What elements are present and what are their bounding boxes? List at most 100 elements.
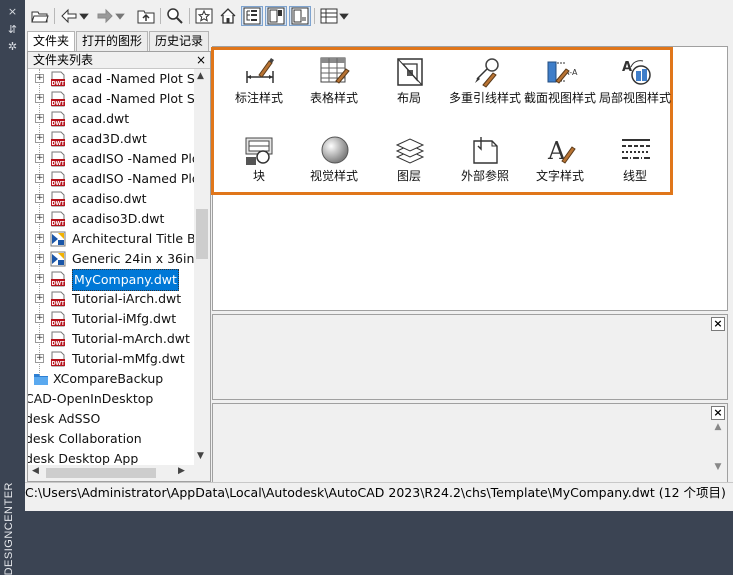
palette-item-label: 视觉样式 — [309, 169, 358, 183]
tree-item-label: acad3D.dwt — [72, 131, 147, 146]
tree-item-label: desk Desktop App — [28, 451, 139, 465]
up-button[interactable] — [135, 6, 157, 26]
expand-icon[interactable]: + — [35, 334, 44, 343]
folder-list-title: 文件夹列表 — [33, 53, 94, 67]
properties-button[interactable]: ✲ — [6, 41, 19, 53]
expand-icon[interactable]: + — [35, 254, 44, 263]
palette-item-label: 外部参照 — [460, 169, 509, 183]
tree-item[interactable]: desk Desktop App — [28, 449, 194, 465]
scroll-down-arrow[interactable]: ▼ — [711, 462, 725, 472]
expand-icon[interactable]: + — [35, 314, 44, 323]
favorites-star-icon — [195, 8, 213, 24]
scroll-up-arrow[interactable]: ▲ — [197, 71, 204, 81]
scroll-down-arrow[interactable]: ▼ — [197, 451, 204, 461]
tree-item[interactable]: + DWT acad3D.dwt — [28, 129, 194, 149]
tree-item[interactable]: + DWT Tutorial-mArch.dwt — [28, 329, 194, 349]
expand-icon[interactable]: + — [35, 134, 44, 143]
tree-item[interactable]: XCompareBackup — [28, 369, 194, 389]
svg-text:DWT: DWT — [51, 341, 65, 347]
tree-item[interactable]: + DWT Tutorial-mMfg.dwt — [28, 349, 194, 369]
palette-item-label: 线型 — [622, 169, 647, 183]
svg-text:DWT: DWT — [51, 201, 65, 207]
tree-item-label: Tutorial-iMfg.dwt — [72, 311, 177, 326]
tree-item[interactable]: + Generic 24in x 36in Title Block.dwg — [28, 249, 194, 269]
tree-item-label: desk Collaboration — [28, 431, 142, 446]
scroll-thumb[interactable] — [196, 209, 208, 259]
open-folder-icon — [31, 11, 49, 23]
expand-icon[interactable]: + — [35, 274, 44, 283]
expand-icon[interactable]: + — [35, 294, 44, 303]
visual-style-icon — [318, 133, 352, 167]
tab-folders[interactable]: 文件夹 — [27, 31, 76, 52]
tree-item-label: CAD-OpenInDesktop — [28, 391, 154, 406]
tree-item[interactable]: + DWT acadiso.dwt — [28, 189, 194, 209]
autohide-button[interactable]: ⇵ — [6, 24, 19, 36]
expand-icon[interactable]: + — [35, 194, 44, 203]
expand-icon[interactable]: + — [35, 354, 44, 363]
dwt-icon: DWT — [50, 311, 66, 327]
dwt-icon: DWT — [50, 331, 66, 347]
home-button[interactable] — [217, 6, 239, 26]
tree-item[interactable]: + Architectural Title Block.dwg — [28, 229, 194, 249]
tree-horizontal-scrollbar[interactable]: ◀ ▶ — [28, 465, 210, 481]
preview-toggle[interactable] — [265, 6, 287, 26]
tree-item[interactable]: + DWT acadISO -Named Plot Styles3D.dwt — [28, 169, 194, 189]
expand-icon[interactable]: + — [35, 114, 44, 123]
scroll-left-arrow[interactable]: ◀ — [32, 466, 39, 476]
close-preview-button[interactable]: × — [711, 317, 725, 331]
close-tree-button[interactable]: × — [196, 52, 206, 68]
tree-item[interactable]: + DWT Tutorial-iMfg.dwt — [28, 309, 194, 329]
tree-item-label: Tutorial-mArch.dwt — [72, 331, 190, 346]
expand-icon[interactable]: + — [35, 174, 44, 183]
close-description-button[interactable]: × — [711, 406, 725, 420]
content-area[interactable]: 标注样式 表格样式 布局 多重引线样式 A-A 截面视图样式 A 局部视图样式块 视觉样式 图层 外… — [211, 46, 728, 311]
expand-icon[interactable]: + — [35, 154, 44, 163]
tree-vertical-scrollbar[interactable]: ▲ ▼ — [194, 69, 210, 465]
views-dropdown[interactable] — [338, 6, 350, 26]
svg-text:DWT: DWT — [51, 141, 65, 147]
search-button[interactable] — [164, 6, 186, 26]
tree-item[interactable]: desk AdSSO — [28, 409, 194, 429]
palette-item-label: 文字样式 — [535, 169, 584, 183]
tree-item[interactable]: + DWT MyCompany.dwt — [28, 269, 194, 291]
description-toggle[interactable] — [289, 6, 311, 26]
tab-history[interactable]: 历史记录 — [149, 31, 210, 51]
dwt-icon: DWT — [50, 351, 66, 367]
tree-view-toggle[interactable] — [241, 6, 263, 26]
forward-button[interactable] — [94, 6, 116, 26]
load-button[interactable] — [29, 6, 51, 26]
description-icon — [291, 7, 309, 25]
status-bar: C:\Users\Administrator\AppData\Local\Aut… — [25, 482, 733, 503]
tree-item[interactable]: CAD-OpenInDesktop — [28, 389, 194, 409]
scroll-up-arrow[interactable]: ▲ — [711, 422, 725, 432]
palette-title[interactable]: DESIGNCENTER — [3, 482, 23, 575]
folder-tree[interactable]: + DWT acad -Named Plot Styles.dwt + DWT acad … — [28, 69, 194, 465]
forward-dropdown[interactable] — [114, 6, 126, 26]
tree-item[interactable]: + DWT acadiso3D.dwt — [28, 209, 194, 229]
tree-item[interactable]: + DWT acad.dwt — [28, 109, 194, 129]
expand-icon[interactable]: + — [35, 74, 44, 83]
back-button[interactable] — [58, 6, 80, 26]
views-button[interactable] — [318, 6, 340, 26]
tree-item[interactable]: + DWT acadISO -Named Plot Styles.dwt — [28, 149, 194, 169]
tree-item[interactable]: desk Collaboration — [28, 429, 194, 449]
back-dropdown[interactable] — [78, 6, 90, 26]
favorites-button[interactable] — [193, 6, 215, 26]
dwt-icon: DWT — [50, 151, 66, 167]
expand-icon[interactable]: + — [35, 94, 44, 103]
tab-open-drawings[interactable]: 打开的图形 — [76, 31, 149, 51]
folder-tree-panel: 文件夹列表 × +DWTacad -Named Plot Styles.dwt+… — [27, 51, 211, 482]
palette-item-label: 图层 — [396, 169, 421, 183]
search-icon — [167, 8, 183, 24]
tree-item[interactable]: + DWT Tutorial-iArch.dwt — [28, 289, 194, 309]
close-palette-button[interactable]: × — [6, 6, 19, 18]
description-scrollbar[interactable]: ▲ ▼ — [711, 422, 725, 480]
expand-icon[interactable]: + — [35, 234, 44, 243]
svg-text:DWT: DWT — [51, 301, 65, 307]
expand-icon[interactable]: + — [35, 214, 44, 223]
preview-pane: × — [212, 314, 728, 400]
tree-item[interactable]: + DWT acad -Named Plot Styles3D.dwt — [28, 89, 194, 109]
scroll-thumb[interactable] — [46, 468, 156, 478]
scroll-right-arrow[interactable]: ▶ — [178, 466, 185, 476]
tree-item[interactable]: + DWT acad -Named Plot Styles.dwt — [28, 69, 194, 89]
